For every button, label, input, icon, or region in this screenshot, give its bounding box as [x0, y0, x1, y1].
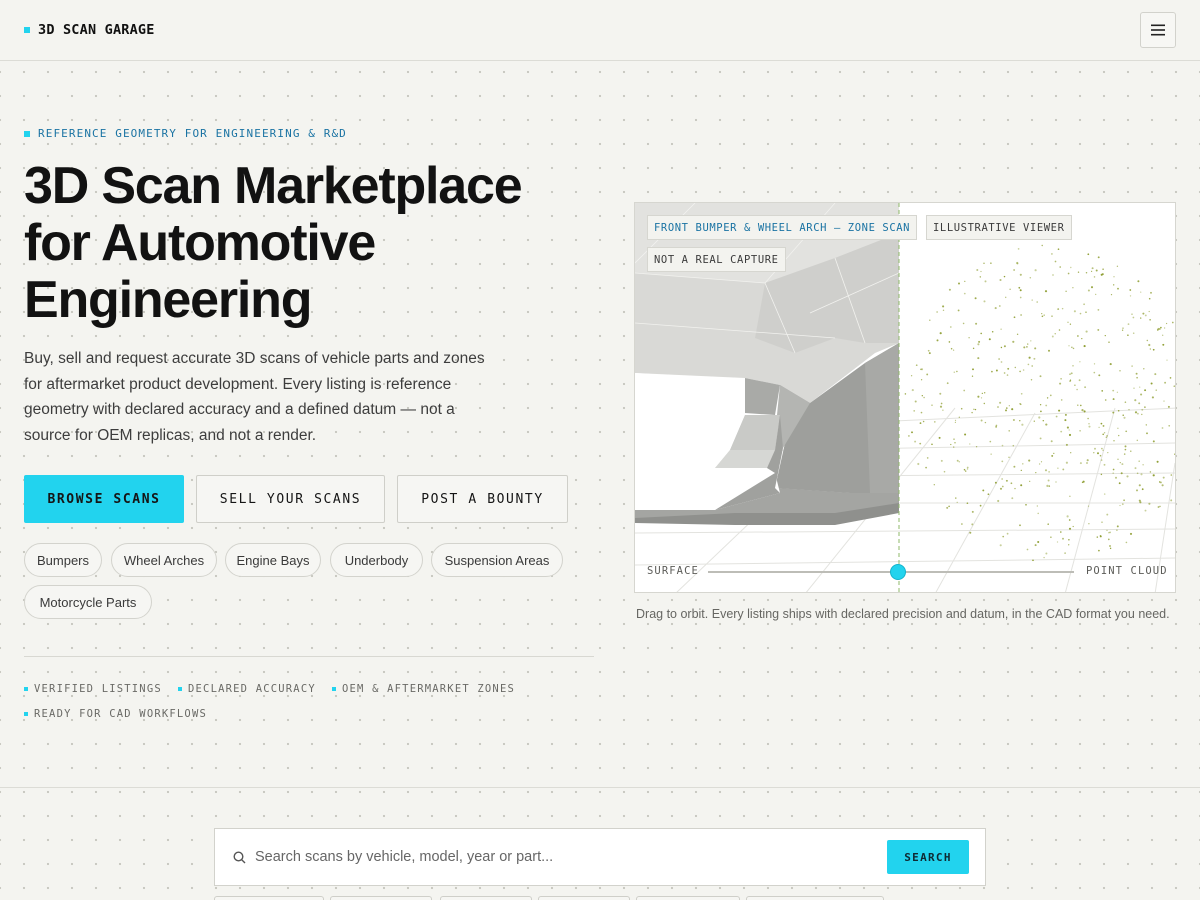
- brand-logo[interactable]: 3D SCAN GARAGE: [24, 22, 155, 38]
- feature-item: DECLARED ACCURACY: [178, 683, 316, 695]
- browse-scans-button[interactable]: BROWSE SCANS: [24, 475, 184, 523]
- category-chip-motorcycle-parts[interactable]: Motorcycle Parts: [24, 585, 152, 619]
- bullet-square-icon: [24, 712, 28, 716]
- menu-button[interactable]: [1140, 12, 1176, 48]
- slider-right-label: POINT CLOUD: [1086, 565, 1168, 577]
- bullet-square-icon: [24, 687, 28, 691]
- category-chip-bumpers[interactable]: Bumpers: [24, 543, 102, 577]
- search-button[interactable]: SEARCH: [887, 840, 969, 874]
- filter-chip-stub[interactable]: [330, 896, 432, 900]
- feature-label: OEM & AFTERMARKET ZONES: [342, 683, 515, 695]
- eyebrow-square-icon: [24, 130, 30, 137]
- category-chip-suspension-areas[interactable]: Suspension Areas: [431, 543, 563, 577]
- bullet-square-icon: [178, 687, 182, 691]
- eyebrow-text: REFERENCE GEOMETRY FOR ENGINEERING & R&D: [38, 127, 347, 140]
- surface-cloud-slider-handle[interactable]: [890, 564, 906, 580]
- title-line: for Automotive: [24, 214, 376, 272]
- feature-item: VERIFIED LISTINGS: [24, 683, 162, 695]
- bullet-square-icon: [332, 687, 336, 691]
- feature-item: OEM & AFTERMARKET ZONES: [332, 683, 515, 695]
- not-real-capture-badge: NOT A REAL CAPTURE: [647, 247, 786, 272]
- filter-chip-stub[interactable]: [214, 896, 324, 900]
- search-icon: [233, 851, 246, 864]
- brand-name: 3D SCAN GARAGE: [38, 22, 155, 38]
- hero-eyebrow: REFERENCE GEOMETRY FOR ENGINEERING & R&D: [24, 127, 347, 140]
- filter-chip-stub[interactable]: [636, 896, 740, 900]
- filter-chip-stub[interactable]: [538, 896, 630, 900]
- viewer-zone-label: FRONT BUMPER & WHEEL ARCH — ZONE SCAN: [647, 215, 918, 240]
- category-chip-wheel-arches[interactable]: Wheel Arches: [111, 543, 217, 577]
- sell-scans-button[interactable]: SELL YOUR SCANS: [196, 475, 385, 523]
- brand-square-icon: [24, 27, 30, 33]
- feature-item: READY FOR CAD WORKFLOWS: [24, 708, 207, 720]
- category-chip-engine-bays[interactable]: Engine Bays: [225, 543, 321, 577]
- filter-chip-stub[interactable]: [746, 896, 884, 900]
- filter-chip-stub[interactable]: [440, 896, 532, 900]
- illustrative-viewer-badge: ILLUSTRATIVE VIEWER: [926, 215, 1072, 240]
- post-bounty-button[interactable]: POST A BOUNTY: [397, 475, 568, 523]
- category-chip-underbody[interactable]: Underbody: [330, 543, 423, 577]
- scan-viewer[interactable]: FRONT BUMPER & WHEEL ARCH — ZONE SCAN IL…: [634, 202, 1176, 593]
- title-line: Engineering: [24, 271, 312, 329]
- title-line: 3D Scan Marketplace: [24, 157, 523, 215]
- viewer-caption: Drag to orbit. Every listing ships with …: [636, 607, 1170, 621]
- slider-left-label: SURFACE: [647, 565, 699, 577]
- feature-label: DECLARED ACCURACY: [188, 683, 316, 695]
- feature-label: VERIFIED LISTINGS: [34, 683, 162, 695]
- page-title: 3D Scan Marketplace for Automotive Engin…: [24, 158, 604, 329]
- top-navigation-bar: 3D SCAN GARAGE: [0, 0, 1200, 61]
- hamburger-menu-icon: [1151, 24, 1165, 36]
- search-input[interactable]: [255, 843, 875, 871]
- section-divider: [24, 656, 594, 657]
- feature-label: READY FOR CAD WORKFLOWS: [34, 708, 207, 720]
- point-cloud: [904, 244, 1175, 562]
- section-divider: [0, 787, 1200, 788]
- scan-search-bar: SEARCH: [214, 828, 986, 886]
- hero-description: Buy, sell and request accurate 3D scans …: [24, 350, 485, 444]
